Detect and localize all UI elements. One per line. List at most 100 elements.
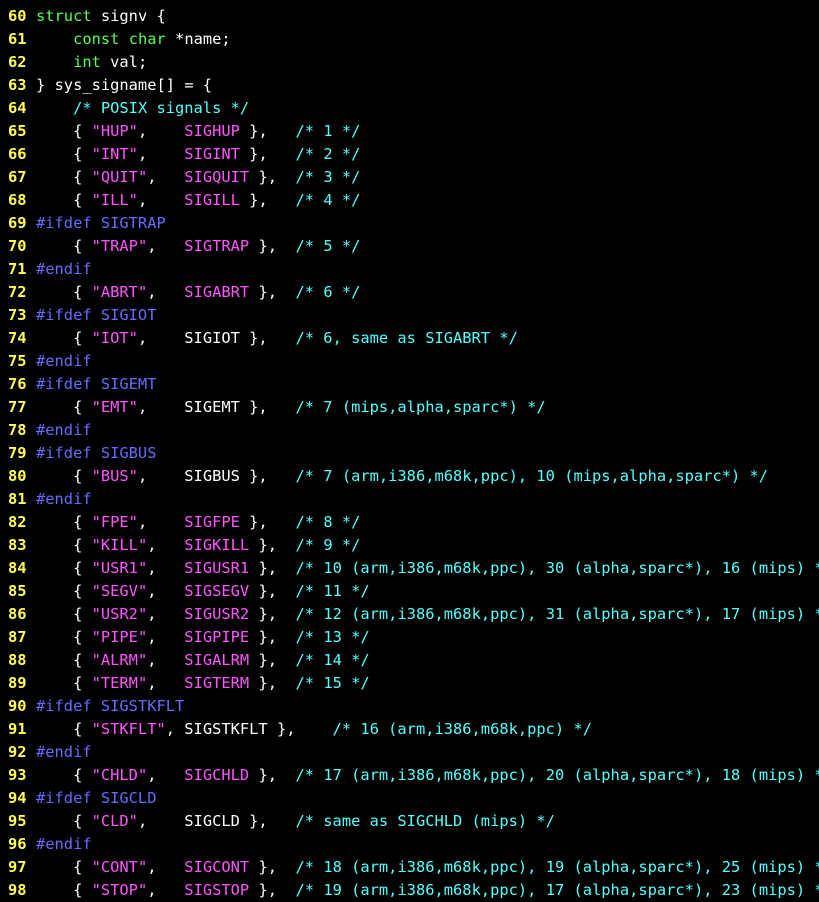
code-line[interactable]: 74 { "IOT", SIGIOT }, /* 6, same as SIGA… (0, 327, 819, 350)
code-text[interactable]: { "HUP", SIGHUP }, /* 1 */ (36, 120, 819, 143)
code-line[interactable]: 79 #ifdef SIGBUS (0, 442, 819, 465)
code-token: { (36, 651, 92, 669)
code-line[interactable]: 67 { "QUIT", SIGQUIT }, /* 3 */ (0, 166, 819, 189)
string-literal: "SEGV" (91, 582, 148, 600)
code-text[interactable]: #endif (36, 833, 819, 856)
code-line[interactable]: 85 { "SEGV", SIGSEGV }, /* 11 */ (0, 580, 819, 603)
code-line[interactable]: 64 /* POSIX signals */ (0, 97, 819, 120)
string-literal: "EMT" (91, 398, 138, 416)
code-line[interactable]: 97 { "CONT", SIGCONT }, /* 18 (arm,i386,… (0, 856, 819, 879)
code-line[interactable]: 69 #ifdef SIGTRAP (0, 212, 819, 235)
code-text[interactable]: /* POSIX signals */ (36, 97, 819, 120)
code-line[interactable]: 66 { "INT", SIGINT }, /* 2 */ (0, 143, 819, 166)
code-text[interactable]: { "STKFLT", SIGSTKFLT }, /* 16 (arm,i386… (36, 718, 819, 741)
code-text[interactable]: #ifdef SIGCLD (36, 787, 819, 810)
code-line[interactable]: 61 const char *name; (0, 28, 819, 51)
string-literal: "ALRM" (91, 651, 148, 669)
code-text[interactable]: { "TRAP", SIGTRAP }, /* 5 */ (36, 235, 819, 258)
code-text[interactable]: { "ILL", SIGILL }, /* 4 */ (36, 189, 819, 212)
code-text[interactable]: #endif (36, 419, 819, 442)
code-line[interactable]: 93 { "CHLD", SIGCHLD }, /* 17 (arm,i386,… (0, 764, 819, 787)
code-text[interactable]: const char *name; (36, 28, 819, 51)
code-line[interactable]: 83 { "KILL", SIGKILL }, /* 9 */ (0, 534, 819, 557)
code-text[interactable]: { "ABRT", SIGABRT }, /* 6 */ (36, 281, 819, 304)
string-literal: "QUIT" (91, 168, 148, 186)
code-line[interactable]: 94 #ifdef SIGCLD (0, 787, 819, 810)
code-text[interactable]: { "INT", SIGINT }, /* 2 */ (36, 143, 819, 166)
code-text[interactable]: { "STOP", SIGSTOP }, /* 19 (arm,i386,m68… (36, 879, 819, 902)
code-text[interactable]: { "TERM", SIGTERM }, /* 15 */ (36, 672, 819, 695)
code-line[interactable]: 90 #ifdef SIGSTKFLT (0, 695, 819, 718)
code-line[interactable]: 71 #endif (0, 258, 819, 281)
code-text[interactable]: } sys_signame[] = { (36, 74, 819, 97)
code-token: , (147, 605, 185, 623)
code-editor[interactable]: 60 struct signv {61 const char *name; 62 i… (0, 0, 819, 902)
code-text[interactable]: { "EMT", SIGEMT }, /* 7 (mips,alpha,spar… (36, 396, 819, 419)
code-text[interactable]: { "QUIT", SIGQUIT }, /* 3 */ (36, 166, 819, 189)
code-text[interactable]: #endif (36, 488, 819, 511)
code-text[interactable]: #ifdef SIGTRAP (36, 212, 819, 235)
code-line[interactable]: 72 { "ABRT", SIGABRT }, /* 6 */ (0, 281, 819, 304)
code-line[interactable]: 60 struct signv { (0, 5, 819, 28)
code-text[interactable]: { "IOT", SIGIOT }, /* 6, same as SIGABRT… (36, 327, 819, 350)
code-text[interactable]: #endif (36, 350, 819, 373)
code-line[interactable]: 70 { "TRAP", SIGTRAP }, /* 5 */ (0, 235, 819, 258)
code-line[interactable]: 81 #endif (0, 488, 819, 511)
code-line[interactable]: 65 { "HUP", SIGHUP }, /* 1 */ (0, 120, 819, 143)
constant-token: SIGHUP (184, 122, 240, 140)
code-line[interactable]: 80 { "BUS", SIGBUS }, /* 7 (arm,i386,m68… (0, 465, 819, 488)
constant-token: SIGQUIT (184, 168, 250, 186)
code-text[interactable]: { "FPE", SIGFPE }, /* 8 */ (36, 511, 819, 534)
line-number: 87 (8, 628, 27, 646)
code-text[interactable]: #ifdef SIGSTKFLT (36, 695, 819, 718)
code-line[interactable]: 88 { "ALRM", SIGALRM }, /* 14 */ (0, 649, 819, 672)
comment-token: /* 15 */ (295, 674, 370, 692)
code-text[interactable]: #ifdef SIGIOT (36, 304, 819, 327)
code-line[interactable]: 68 { "ILL", SIGILL }, /* 4 */ (0, 189, 819, 212)
code-line[interactable]: 89 { "TERM", SIGTERM }, /* 15 */ (0, 672, 819, 695)
code-text[interactable]: { "CONT", SIGCONT }, /* 18 (arm,i386,m68… (36, 856, 819, 879)
code-token: }, (249, 628, 296, 646)
preprocessor-directive: #endif (36, 421, 92, 439)
code-text[interactable]: { "CHLD", SIGCHLD }, /* 17 (arm,i386,m68… (36, 764, 819, 787)
code-line[interactable]: 78 #endif (0, 419, 819, 442)
code-line[interactable]: 75 #endif (0, 350, 819, 373)
line-number: 74 (8, 329, 27, 347)
code-text[interactable]: #ifdef SIGEMT (36, 373, 819, 396)
code-token: { (36, 329, 92, 347)
code-token: , (147, 858, 185, 876)
code-line[interactable]: 95 { "CLD", SIGCLD }, /* same as SIGCHLD… (0, 810, 819, 833)
code-text[interactable]: #endif (36, 258, 819, 281)
code-text[interactable]: { "BUS", SIGBUS }, /* 7 (arm,i386,m68k,p… (36, 465, 819, 488)
string-literal: "HUP" (91, 122, 138, 140)
code-text[interactable]: { "KILL", SIGKILL }, /* 9 */ (36, 534, 819, 557)
code-line[interactable]: 73 #ifdef SIGIOT (0, 304, 819, 327)
code-line[interactable]: 87 { "PIPE", SIGPIPE }, /* 13 */ (0, 626, 819, 649)
code-token: { (36, 145, 92, 163)
code-text[interactable]: { "SEGV", SIGSEGV }, /* 11 */ (36, 580, 819, 603)
code-line[interactable]: 63} sys_signame[] = { (0, 74, 819, 97)
code-text[interactable]: int val; (36, 51, 819, 74)
code-line[interactable]: 86 { "USR2", SIGUSR2 }, /* 12 (arm,i386,… (0, 603, 819, 626)
code-text[interactable]: { "PIPE", SIGPIPE }, /* 13 */ (36, 626, 819, 649)
code-line[interactable]: 62 int val; (0, 51, 819, 74)
comment-token: /* 5 */ (295, 237, 361, 255)
code-line[interactable]: 82 { "FPE", SIGFPE }, /* 8 */ (0, 511, 819, 534)
code-line[interactable]: 91 { "STKFLT", SIGSTKFLT }, /* 16 (arm,i… (0, 718, 819, 741)
comment-token: /* 1 */ (295, 122, 361, 140)
code-text[interactable]: #ifdef SIGBUS (36, 442, 819, 465)
code-text[interactable]: { "USR2", SIGUSR2 }, /* 12 (arm,i386,m68… (36, 603, 819, 626)
code-line[interactable]: 92 #endif (0, 741, 819, 764)
code-text[interactable]: { "USR1", SIGUSR1 }, /* 10 (arm,i386,m68… (36, 557, 819, 580)
code-line[interactable]: 76 #ifdef SIGEMT (0, 373, 819, 396)
code-token: , (137, 191, 185, 209)
code-line[interactable]: 77 { "EMT", SIGEMT }, /* 7 (mips,alpha,s… (0, 396, 819, 419)
code-text[interactable]: struct signv { (36, 5, 819, 28)
code-text[interactable]: #endif (36, 741, 819, 764)
code-text[interactable]: { "CLD", SIGCLD }, /* same as SIGCHLD (m… (36, 810, 819, 833)
code-text[interactable]: { "ALRM", SIGALRM }, /* 14 */ (36, 649, 819, 672)
code-line[interactable]: 84 { "USR1", SIGUSR1 }, /* 10 (arm,i386,… (0, 557, 819, 580)
code-line[interactable]: 96 #endif (0, 833, 819, 856)
code-line[interactable]: 98 { "STOP", SIGSTOP }, /* 19 (arm,i386,… (0, 879, 819, 902)
